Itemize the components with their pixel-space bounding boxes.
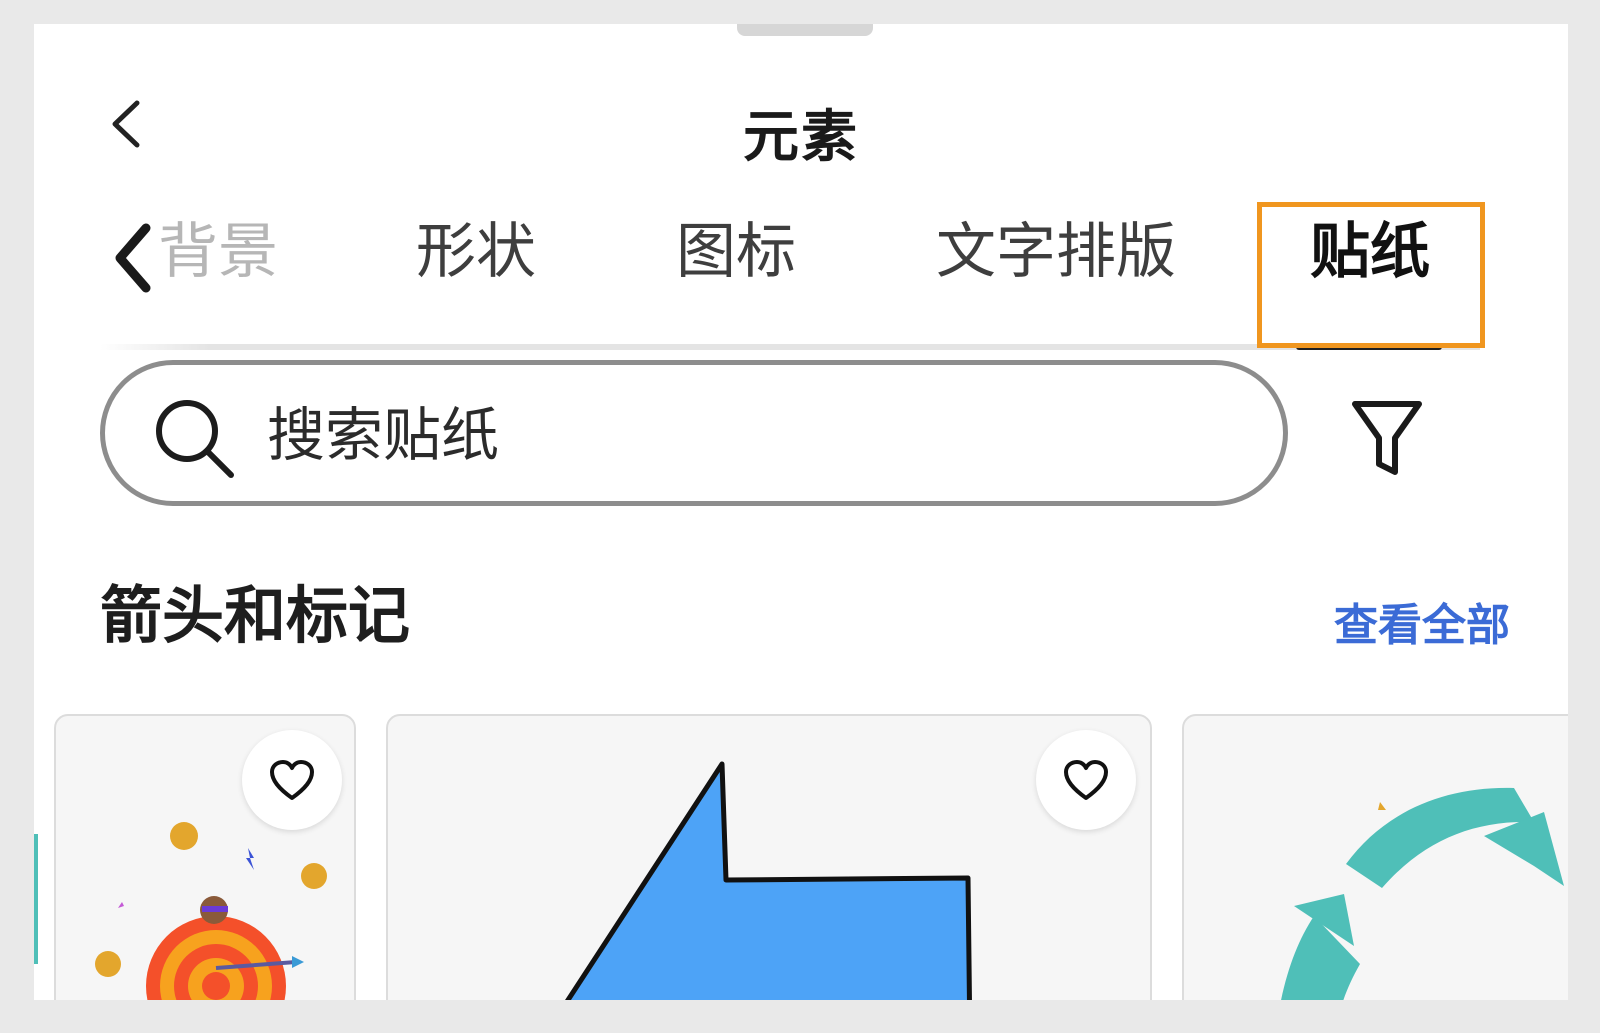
- tab-typography[interactable]: 文字排版: [936, 212, 1176, 292]
- sticker-card-target-arrow[interactable]: [54, 714, 356, 1000]
- category-tabs: 背景 形状 图标 文字排版 贴纸: [34, 204, 1568, 354]
- active-tab-indicator: [1296, 344, 1442, 350]
- search-icon: [156, 400, 234, 478]
- elements-panel: 元素 背景 形状 图标 文字排版 贴纸 搜索贴纸 箭头和标记 查看全部: [34, 24, 1568, 1000]
- tab-background[interactable]: 背景: [158, 212, 278, 292]
- previous-card-edge: [34, 834, 38, 964]
- section-title: 箭头和标记: [100, 579, 411, 652]
- sticker-card-teal-arrows[interactable]: [1182, 714, 1568, 1000]
- blue-arrow-illustration: [565, 761, 972, 1000]
- sticker-card-blue-arrow[interactable]: [386, 714, 1152, 1000]
- filter-icon: [1352, 401, 1422, 475]
- view-all-link[interactable]: 查看全部: [1334, 594, 1510, 658]
- tabs-divider: [100, 344, 1480, 350]
- tab-stickers[interactable]: 贴纸: [1310, 212, 1430, 292]
- filter-button[interactable]: [1340, 390, 1434, 484]
- target-arrow-illustration: [95, 822, 327, 1000]
- tab-shapes[interactable]: 形状: [416, 212, 536, 292]
- tab-icons[interactable]: 图标: [676, 212, 796, 292]
- header: 元素: [34, 74, 1568, 174]
- search-placeholder: 搜索贴纸: [267, 401, 500, 469]
- chevron-left-icon: [115, 223, 151, 293]
- tabs-scroll-left-button[interactable]: [108, 218, 156, 298]
- drag-handle[interactable]: [737, 24, 873, 36]
- page-title: 元素: [743, 105, 859, 170]
- search-input[interactable]: 搜索贴纸: [100, 360, 1288, 506]
- teal-arrows-illustration: [1281, 787, 1564, 1000]
